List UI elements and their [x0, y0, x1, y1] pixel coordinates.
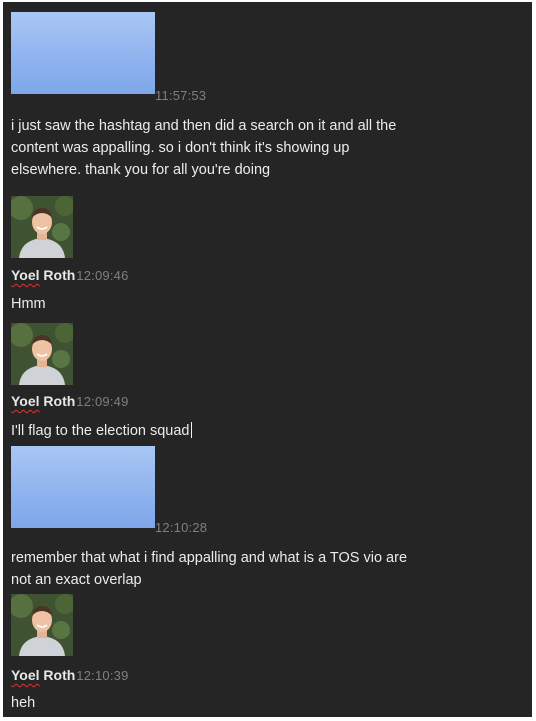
- author-header: Yoel Roth12:09:49: [11, 393, 129, 409]
- author-header: Yoel Roth12:10:39: [11, 667, 129, 683]
- message-line: I'll flag to the election squad: [11, 420, 524, 442]
- message-line: heh: [11, 695, 36, 711]
- message-line: content was appalling. so i don't think …: [11, 140, 350, 156]
- message-line: remember that what i find appalling and …: [11, 550, 408, 566]
- user-photo-icon[interactable]: [11, 323, 73, 385]
- timestamp: 12:09:46: [76, 268, 129, 283]
- message-text: remember that what i find appalling and …: [11, 547, 524, 591]
- text-cursor: [190, 422, 192, 438]
- author-name[interactable]: Yoel Roth: [11, 267, 75, 283]
- message-text: Hmm: [11, 293, 524, 315]
- message-line: i just saw the hashtag and then did a se…: [11, 118, 397, 134]
- message-text: heh: [11, 692, 524, 714]
- author-header: Yoel Roth12:09:46: [11, 267, 129, 283]
- message-line-text: I'll flag to the election squad: [11, 423, 190, 439]
- chat-transcript: 11:57:53 i just saw the hashtag and then…: [3, 2, 532, 717]
- timestamp: 12:10:39: [76, 668, 129, 683]
- timestamp: 12:09:49: [76, 394, 129, 409]
- user-photo-icon[interactable]: [11, 196, 73, 258]
- message-line: not an exact overlap: [11, 572, 142, 588]
- message-line: elsewhere. thank you for all you're doin…: [11, 162, 271, 178]
- timestamp: 12:10:28: [155, 520, 208, 535]
- timestamp: 11:57:53: [155, 88, 207, 103]
- message-text: i just saw the hashtag and then did a se…: [11, 115, 524, 181]
- message-text: I'll flag to the election squad: [11, 420, 524, 442]
- author-name[interactable]: Yoel Roth: [11, 667, 75, 683]
- author-name[interactable]: Yoel Roth: [11, 393, 75, 409]
- redacted-avatar-block: [11, 446, 155, 528]
- message-line: Hmm: [11, 296, 46, 312]
- redacted-avatar-block: [11, 12, 155, 94]
- user-photo-icon[interactable]: [11, 594, 73, 656]
